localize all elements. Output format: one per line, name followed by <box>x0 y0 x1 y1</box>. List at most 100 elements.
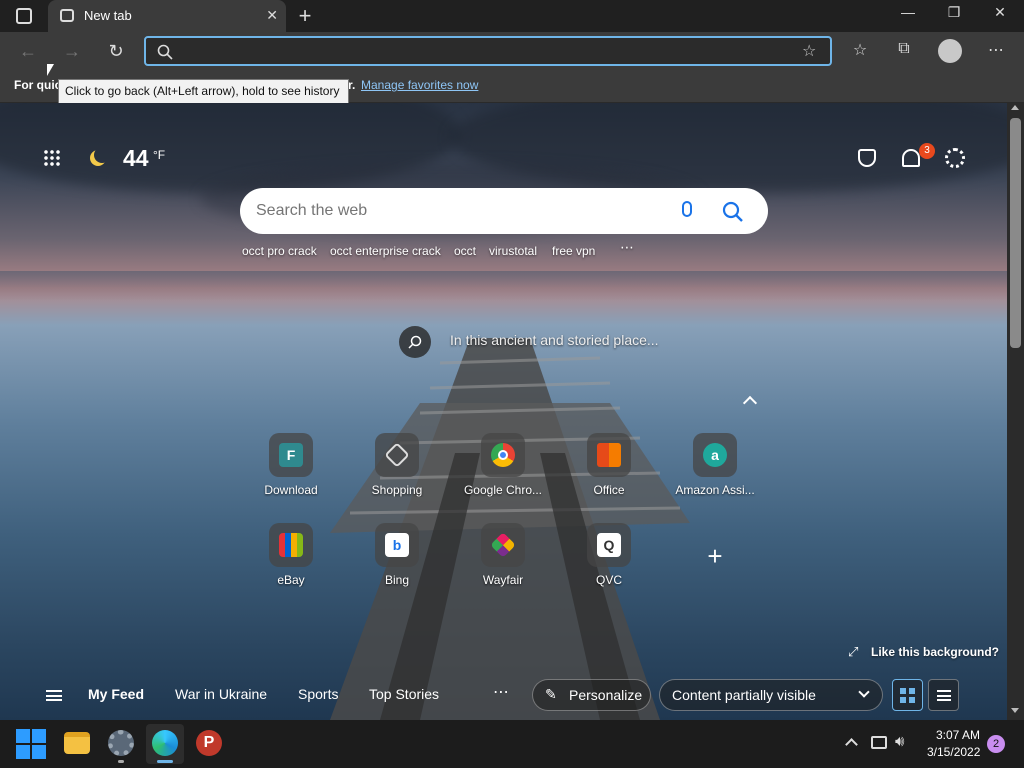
search-submit-icon[interactable] <box>722 201 744 223</box>
address-bar[interactable]: ☆ <box>144 36 832 66</box>
new-tab-button[interactable]: + <box>294 3 316 28</box>
add-favorite-icon[interactable]: ☆ <box>802 41 816 61</box>
quick-link-wayfair[interactable]: Wayfair <box>458 523 548 593</box>
tab-new-tab[interactable]: New tab ✕ <box>48 0 286 32</box>
bing-icon: b <box>385 533 409 557</box>
settings-gear-icon[interactable] <box>945 148 965 168</box>
quick-link-qvc[interactable]: Q QVC <box>564 523 654 593</box>
tab-actions-icon[interactable] <box>16 8 32 24</box>
file-explorer-icon[interactable] <box>64 732 90 754</box>
list-layout-icon <box>937 690 951 701</box>
quick-link-icon <box>375 433 419 477</box>
quick-link-label: Bing <box>384 573 410 587</box>
quick-link-bing[interactable]: b Bing <box>352 523 442 593</box>
trending-search[interactable]: occt enterprise crack <box>330 244 441 258</box>
web-search-input[interactable] <box>256 201 656 221</box>
trending-search[interactable]: free vpn <box>552 244 595 258</box>
new-tab-page: 44 °F 3 occt pro crack occt enterprise c… <box>0 103 1007 720</box>
quick-link-office[interactable]: Office <box>564 433 654 503</box>
psiphon-app-icon[interactable]: P <box>196 730 222 756</box>
notifications-bell-icon[interactable] <box>902 149 920 167</box>
browser-toolbar: ← → ↻ ☆ ☆ ⧉ ⋯ <box>0 32 1024 70</box>
quick-link-label: Shopping <box>371 483 423 497</box>
quick-link-label: Amazon Assi... <box>675 483 755 497</box>
scrollbar-thumb[interactable] <box>1010 118 1021 348</box>
maximize-button[interactable]: ❐ <box>932 4 976 28</box>
list-layout-button[interactable] <box>928 679 959 711</box>
quick-link-shopping[interactable]: Shopping <box>352 433 442 503</box>
quick-link-ebay[interactable]: eBay <box>246 523 336 593</box>
mouse-cursor <box>47 64 54 76</box>
personalize-label: Personalize <box>569 687 643 703</box>
quick-link-google-chrome[interactable]: Google Chro... <box>458 433 548 503</box>
show-hidden-icons-chevron[interactable] <box>845 738 858 751</box>
content-visibility-dropdown[interactable]: Content partially visible <box>659 679 883 711</box>
feed-tab-my-feed[interactable]: My Feed <box>88 686 144 702</box>
close-window-button[interactable]: ✕ <box>978 4 1022 28</box>
like-background-link[interactable]: Like this background? <box>871 645 999 659</box>
notification-center-badge[interactable]: 2 <box>987 735 1005 753</box>
download-icon: F <box>279 443 303 467</box>
settings-app-icon[interactable] <box>108 730 134 756</box>
feed-more-icon[interactable]: ⋯ <box>493 682 509 702</box>
web-search-box[interactable] <box>240 188 768 234</box>
rewards-icon[interactable] <box>858 149 876 167</box>
forward-button[interactable]: → <box>60 39 84 63</box>
manage-favorites-link[interactable]: Manage favorites now <box>361 78 478 92</box>
scroll-down-icon[interactable] <box>1011 708 1019 713</box>
edge-logo-icon <box>152 730 178 756</box>
feed-tab-war-in-ukraine[interactable]: War in Ukraine <box>175 686 267 702</box>
profile-avatar[interactable] <box>938 39 962 63</box>
microphone-icon[interactable] <box>682 201 692 217</box>
quick-link-amazon-assistant[interactable]: a Amazon Assi... <box>670 433 760 503</box>
settings-app-indicator <box>118 760 124 763</box>
windows-taskbar: P 🔊︎ 3:07 AM 3/15/2022 2 <box>0 720 1024 768</box>
collections-icon[interactable]: ⧉ <box>892 40 916 62</box>
grid-layout-button[interactable] <box>892 679 923 711</box>
feed-menu-icon[interactable] <box>46 690 62 701</box>
quick-link-icon: F <box>269 433 313 477</box>
back-button[interactable]: ← <box>16 39 40 63</box>
trending-search[interactable]: occt <box>454 244 476 258</box>
windows-start-icon[interactable] <box>16 729 46 759</box>
office-icon <box>597 443 621 467</box>
search-icon <box>157 44 173 60</box>
feed-navigation: My Feed War in Ukraine Sports Top Storie… <box>0 670 1007 720</box>
feed-tab-sports[interactable]: Sports <box>298 686 338 702</box>
network-icon[interactable] <box>871 736 887 749</box>
close-tab-icon[interactable]: ✕ <box>266 7 278 24</box>
trending-search[interactable]: virustotal <box>489 244 537 258</box>
magnifier-icon <box>408 335 422 349</box>
back-tooltip: Click to go back (Alt+Left arrow), hold … <box>58 79 349 104</box>
feed-tab-top-stories[interactable]: Top Stories <box>369 686 439 702</box>
clock-date[interactable]: 3/15/2022 <box>927 745 980 759</box>
quick-link-label: Wayfair <box>482 573 524 587</box>
apps-launcher-icon[interactable] <box>43 149 61 167</box>
quick-link-icon: b <box>375 523 419 567</box>
favorites-icon[interactable]: ☆ <box>848 40 872 62</box>
favorites-suffix: r. <box>348 78 356 92</box>
more-trending-icon[interactable]: ⋯ <box>620 239 634 256</box>
trending-search[interactable]: occt pro crack <box>242 244 317 258</box>
title-bar: New tab ✕ + — ❐ ✕ <box>0 0 1024 32</box>
clock-time[interactable]: 3:07 AM <box>936 728 980 742</box>
edge-browser-icon[interactable] <box>146 724 184 764</box>
address-input[interactable] <box>180 42 780 60</box>
refresh-button[interactable]: ↻ <box>104 39 128 63</box>
ebay-icon <box>279 533 303 557</box>
expand-icon[interactable]: ⤢ <box>848 644 858 660</box>
add-quick-link-button[interactable]: + <box>704 543 726 569</box>
weather-temperature[interactable]: 44 <box>123 145 149 172</box>
scroll-up-icon[interactable] <box>1011 105 1019 110</box>
wayfair-icon <box>490 532 516 558</box>
quick-link-label: Download <box>264 483 318 497</box>
weather-unit[interactable]: °F <box>153 148 165 162</box>
more-options-icon[interactable]: ⋯ <box>984 40 1008 62</box>
quick-link-icon <box>269 523 313 567</box>
personalize-button[interactable]: ✎ Personalize <box>532 679 651 711</box>
quick-link-download[interactable]: F Download <box>246 433 336 503</box>
background-caption[interactable]: In this ancient and storied place... <box>450 332 659 348</box>
volume-icon[interactable]: 🔊︎ <box>895 733 904 750</box>
minimize-button[interactable]: — <box>886 4 930 28</box>
edge-active-indicator <box>157 760 173 763</box>
